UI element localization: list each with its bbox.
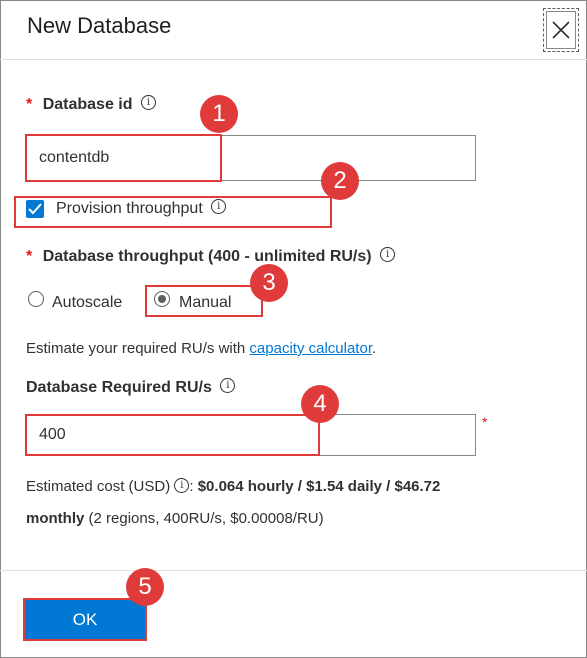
callout-badge-4: 4 [301,385,339,423]
dialog-title: New Database [27,13,172,38]
autoscale-label[interactable]: Autoscale [52,294,122,312]
callout-badge-5: 5 [126,568,164,606]
database-id-label: Database id [42,96,133,113]
cost-line-1: Estimated cost (USD) i: $0.064 hourly / … [26,477,441,495]
estimate-text: Estimate your required RU/s with [26,340,250,357]
cost-line-2: monthly (2 regions, 400RU/s, $0.00008/RU… [26,510,324,527]
callout-highlight-5 [23,598,147,641]
cost-prefix: Estimated cost (USD) [26,478,175,495]
callout-badge-2: 2 [321,162,359,200]
callout-badge-3: 3 [250,264,288,302]
required-rus-label-row: Database Required RU/s i [26,378,236,397]
estimate-line: Estimate your required RU/s with capacit… [26,340,376,357]
callout-highlight-2 [14,196,332,228]
info-icon[interactable]: i [174,477,190,493]
info-icon[interactable]: i [140,95,156,111]
throughput-label-row: * Database throughput (400 - unlimited R… [26,247,396,266]
field-required-asterisk: * [482,414,488,430]
info-icon[interactable]: i [380,247,396,263]
autoscale-radio[interactable] [28,291,44,307]
cost-monthly: monthly [26,510,85,527]
required-asterisk: * [26,96,33,113]
required-rus-label: Database Required RU/s [26,379,212,396]
callout-highlight-3 [145,285,263,317]
database-id-label-row: * Database id i [26,95,156,114]
cost-detail: (2 regions, 400RU/s, $0.00008/RU) [84,510,324,527]
required-asterisk: * [26,248,33,265]
footer-divider [0,570,587,571]
callout-highlight-4 [25,414,320,456]
close-icon [552,21,570,39]
close-button[interactable] [543,8,579,52]
info-icon[interactable]: i [220,378,236,394]
header-divider [0,59,587,60]
cost-amounts: $0.064 hourly / $1.54 daily / $46.72 [197,478,441,495]
callout-highlight-1 [25,134,222,182]
cost-colon: : [189,478,194,495]
capacity-calculator-link[interactable]: capacity calculator [249,340,372,357]
callout-badge-1: 1 [200,95,238,133]
throughput-label: Database throughput (400 - unlimited RU/… [42,248,372,265]
estimate-suffix: . [372,340,377,357]
